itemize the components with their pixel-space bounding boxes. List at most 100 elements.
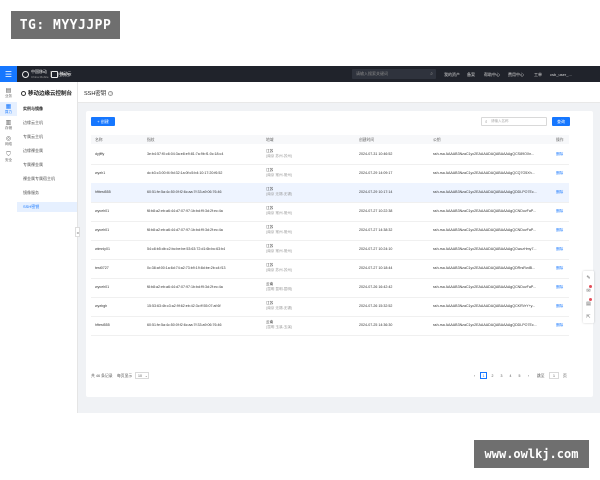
top-bar: ☰ 中国移动 China Mobile 移动云 控制台 请输入搜索关键词 ⌕ 我… — [0, 66, 600, 82]
help-icon[interactable]: ? — [108, 91, 114, 97]
notification-badge — [589, 298, 592, 301]
page-button-3[interactable]: 3 — [498, 372, 505, 379]
sidebar-item-bare-metal-host[interactable]: 裸金属专属宿主机 — [17, 174, 77, 184]
page-button-1[interactable]: 1 — [480, 372, 487, 379]
sidebar-collapse-icon[interactable]: ◂ — [75, 227, 80, 237]
row-fingerprint: f8:b8:a2:eb:a6:44:d7:07:97:1b:bd:f9:3d:2… — [147, 209, 223, 213]
delete-link[interactable]: 删除 — [556, 323, 563, 328]
floating-toolbar: ✎ ✉ ▤ ⇱ — [583, 271, 594, 323]
page-button-5[interactable]: 5 — [516, 372, 523, 379]
page-size-select[interactable]: 10 ⌄ — [135, 372, 149, 379]
next-page-button[interactable]: › — [525, 372, 532, 379]
cloud-logo-icon — [50, 70, 58, 78]
search-icon[interactable]: ⌕ — [430, 71, 433, 77]
goto-page-input[interactable]: 1 — [549, 372, 559, 379]
row-public-key: ssh-rsa AAAAB3NzaC1yc2EAAAADAQABAAAAgQDD… — [433, 323, 537, 327]
user-account[interactable]: csb_user_... — [550, 72, 572, 77]
page-button-2[interactable]: 2 — [489, 372, 496, 379]
global-search-placeholder: 请输入搜索关键词 — [356, 71, 388, 76]
iconbar-label: 安全 — [5, 157, 12, 162]
nav-filing[interactable]: 备案 — [467, 72, 475, 78]
nav-my-assets[interactable]: 我的资产 — [444, 72, 460, 78]
iconbar-item-security[interactable]: ⛉ 安全 — [0, 150, 17, 164]
prev-page-button[interactable]: ‹ — [471, 372, 478, 379]
share-icon[interactable]: ⇱ — [583, 310, 594, 323]
row-region-main: 江苏 — [266, 149, 274, 153]
sidebar-title-text: 移动边缘云控制台 — [28, 91, 73, 97]
logo-brand: 中国移动 — [31, 69, 47, 74]
iconbar-item-network[interactable]: ◎ 网络 — [0, 134, 17, 148]
sidebar-item-dedicated-host[interactable]: 专属云主机 — [17, 132, 77, 142]
name-search-input[interactable]: ⌕ 请输入名称 — [481, 117, 547, 126]
notification-badge — [589, 285, 592, 288]
row-created-time: 2024-07-27 10:18:44 — [359, 266, 393, 270]
sidebar-item-image-service[interactable]: 镜像服务 — [17, 188, 77, 198]
table-row: wyzh1 dc:b3:c3:00:f4:9d:32:1a:0f:c5:b4:1… — [91, 164, 569, 184]
page-unit-label: 页 — [563, 374, 567, 378]
column-name: 名称 — [95, 138, 103, 142]
nav-billing[interactable]: 费用中心 — [508, 72, 524, 78]
row-public-key: ssh-rsa AAAAB3NzaC1yc2EAAAADAQABAAAAgQCw… — [433, 247, 537, 251]
page-header: SSH密钥? — [78, 82, 600, 103]
column-created-time: 创建时间 — [359, 138, 375, 142]
console-icon — [21, 90, 26, 96]
nav-ticket[interactable]: 工单 — [534, 72, 542, 78]
row-region-sub: (南京 常州-常州) — [266, 172, 293, 177]
row-region-main: 江苏 — [266, 301, 274, 305]
row-region-main: 江苏 — [266, 168, 274, 172]
console-link[interactable]: 控制台 — [58, 72, 70, 78]
delete-link[interactable]: 删除 — [556, 285, 563, 290]
table-row: wyceh01 f8:b8:a2:eb:a6:44:d7:07:97:1b:bd… — [91, 278, 569, 298]
sidebar-item-edge-bare-metal[interactable]: 边缘裸金属 — [17, 146, 77, 156]
nav-help[interactable]: 帮助中心 — [484, 72, 500, 78]
row-region: 江苏 (南京 苏州-苏州) — [266, 149, 292, 158]
row-region: 江苏 (南京 无锡-无锡) — [266, 187, 292, 196]
sidebar-item-dedicated-bare-metal[interactable]: 专属裸金属 — [17, 160, 77, 170]
row-created-time: 2024-07-25 14:36:30 — [359, 323, 393, 327]
row-name: wyceh01 — [95, 209, 110, 213]
delete-link[interactable]: 删除 — [556, 152, 563, 157]
row-created-time: 2024-07-27 10:24:10 — [359, 247, 393, 251]
delete-link[interactable]: 删除 — [556, 266, 563, 271]
query-button[interactable]: 查询 — [552, 117, 570, 126]
row-fingerprint: 60:51:fe:5a:4c:50:0f:f2:6c:aa:7f:33:a9:0… — [147, 190, 222, 194]
delete-link[interactable]: 删除 — [556, 190, 563, 195]
row-name: wyzbgh — [95, 304, 108, 308]
row-fingerprint: f8:b8:a2:eb:a6:44:d7:07:97:1b:bd:f9:3d:2… — [147, 228, 223, 232]
delete-link[interactable]: 删除 — [556, 304, 563, 309]
row-name: hftest555 — [95, 323, 110, 327]
logo-sub: China Mobile — [31, 75, 49, 79]
edit-icon[interactable]: ✎ — [583, 271, 594, 284]
ssh-key-card: + 创建 ⌕ 请输入名称 查询 名称 指纹 地域 创建时间 公钥 操作 dyjf… — [86, 111, 593, 397]
row-fingerprint: dc:b3:c3:00:f4:9d:32:1a:0f:c5:b4:10:17:2… — [147, 171, 223, 175]
column-region: 地域 — [266, 138, 274, 142]
iconbar-item-compute[interactable]: ▦ 算力 — [0, 102, 17, 116]
create-button[interactable]: + 创建 — [91, 117, 115, 126]
table-row: hftest555 60:51:fe:5a:4c:50:0f:f2:6c:aa:… — [91, 316, 569, 336]
delete-link[interactable]: 删除 — [556, 209, 563, 214]
search-placeholder: 请输入名称 — [491, 119, 509, 123]
row-name: hfttest555 — [95, 190, 111, 194]
row-public-key: ssh-rsa AAAAB3NzaC1yc2EAAAADAQABAAAAgQCQ… — [433, 171, 535, 175]
menu-icon[interactable]: ☰ — [0, 66, 17, 82]
delete-link[interactable]: 删除 — [556, 228, 563, 233]
row-region: 江苏 (南京 常州-常州) — [266, 206, 292, 215]
row-fingerprint: 3e:b4:57:f0:c6:04:3a:e8:e9:81:7a:9b:f1:0… — [147, 152, 224, 156]
row-region-sub: (南京 常州-常州) — [266, 248, 293, 253]
sidebar-item-edge-host[interactable]: 边缘云主机 — [17, 118, 77, 128]
row-public-key: ssh-rsa AAAAB3NzaC1yc2EAAAADAQABAAAAgQDD… — [433, 190, 537, 194]
delete-link[interactable]: 删除 — [556, 171, 563, 176]
watermark-top: TG: MYYJJPP — [11, 11, 120, 39]
page-button-4[interactable]: 4 — [507, 372, 514, 379]
row-name: wyceh01 — [95, 228, 110, 232]
global-search-input[interactable]: 请输入搜索关键词 ⌕ — [352, 69, 436, 79]
table-header: 名称 指纹 地域 创建时间 公钥 操作 — [91, 135, 569, 144]
delete-link[interactable]: 删除 — [556, 247, 563, 252]
row-name: dyjfffy — [95, 152, 105, 156]
sidebar-item-ssh-key[interactable]: SSH密钥 — [17, 202, 77, 212]
iconbar-item-business[interactable]: ▤ 业务 — [0, 86, 17, 100]
column-operation: 操作 — [556, 138, 564, 142]
chevron-down-icon: ⌄ — [144, 373, 148, 378]
row-created-time: 2024-07-29 10:17:14 — [359, 190, 393, 194]
iconbar-item-storage[interactable]: ▥ 存储 — [0, 118, 17, 132]
